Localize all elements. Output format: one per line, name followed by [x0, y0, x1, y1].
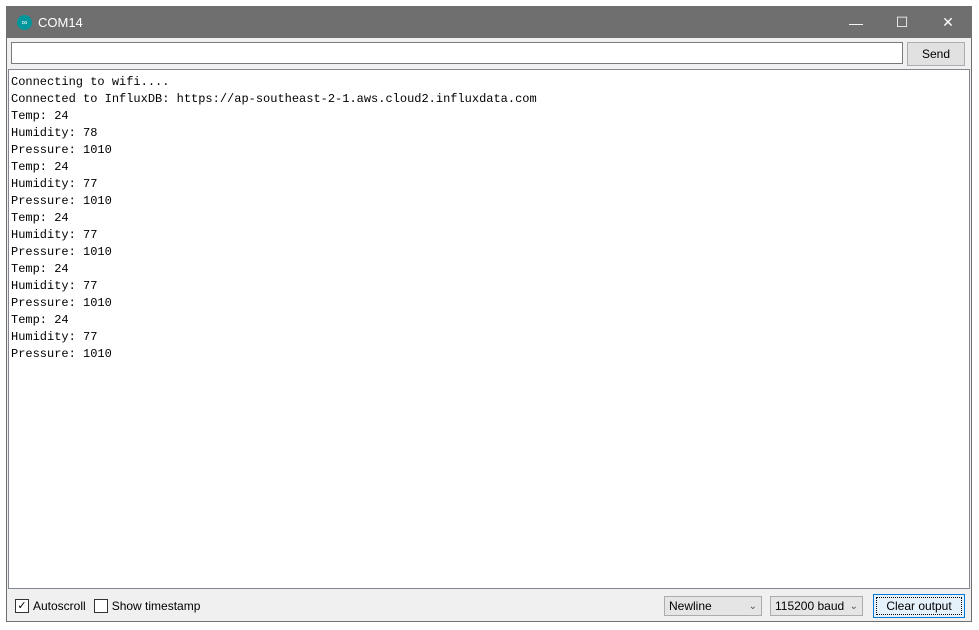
output-line: Temp: 24 [11, 160, 69, 174]
output-line: Temp: 24 [11, 313, 69, 327]
output-line: Pressure: 1010 [11, 245, 112, 259]
output-line: Connecting to wifi.... [11, 75, 170, 89]
output-line: Temp: 24 [11, 262, 69, 276]
output-line: Connected to InfluxDB: https://ap-southe… [11, 92, 537, 106]
output-line: Humidity: 77 [11, 177, 98, 191]
autoscroll-label: Autoscroll [33, 599, 86, 613]
send-input[interactable] [11, 42, 903, 64]
autoscroll-checkbox[interactable]: ✓ Autoscroll [15, 599, 86, 613]
output-line: Temp: 24 [11, 109, 69, 123]
line-ending-select[interactable]: Newline ⌄ [664, 596, 762, 616]
title-bar: ∞ COM14 — ☐ ✕ [7, 7, 971, 38]
output-line: Humidity: 77 [11, 279, 98, 293]
line-ending-value: Newline [669, 599, 712, 613]
serial-monitor-window: ∞ COM14 — ☐ ✕ Send Connecting to wifi...… [6, 6, 972, 622]
window-title: COM14 [38, 15, 83, 30]
chevron-down-icon: ⌄ [849, 600, 858, 612]
show-timestamp-label: Show timestamp [111, 599, 201, 613]
output-line: Humidity: 78 [11, 126, 98, 140]
output-line: Humidity: 77 [11, 330, 98, 344]
send-button[interactable]: Send [907, 42, 965, 66]
baud-rate-value: 115200 baud [775, 599, 845, 613]
arduino-logo-icon: ∞ [17, 15, 32, 30]
output-line: Pressure: 1010 [11, 143, 112, 157]
baud-rate-select[interactable]: 115200 baud ⌄ [770, 596, 863, 616]
output-line: Temp: 24 [11, 211, 69, 225]
output-line: Pressure: 1010 [11, 194, 112, 208]
output-line: Humidity: 77 [11, 228, 98, 242]
chevron-down-icon: ⌄ [748, 600, 757, 612]
minimize-button[interactable]: — [833, 7, 879, 38]
show-timestamp-checkbox[interactable]: Show timestamp [93, 599, 201, 613]
maximize-button[interactable]: ☐ [879, 7, 925, 38]
output-line: Pressure: 1010 [11, 296, 112, 310]
close-button[interactable]: ✕ [925, 7, 971, 38]
checkbox-checked-icon: ✓ [15, 599, 29, 613]
output-line: Pressure: 1010 [11, 347, 112, 361]
checkbox-unchecked-icon [93, 599, 108, 613]
serial-output[interactable]: Connecting to wifi.... Connected to Influ… [8, 69, 970, 589]
clear-output-button[interactable]: Clear output [873, 594, 965, 618]
